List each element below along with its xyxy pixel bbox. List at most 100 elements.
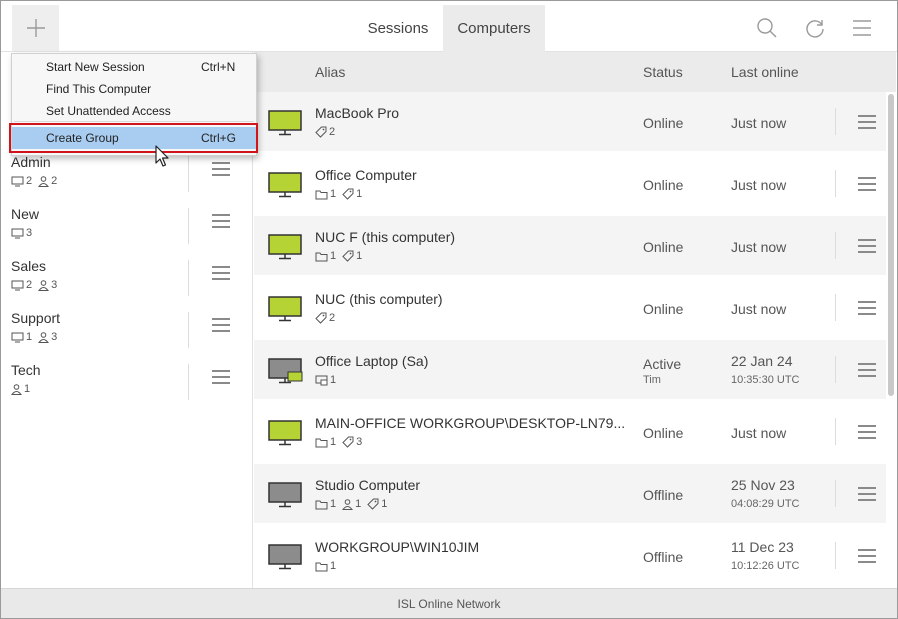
group-count: 1 (330, 250, 337, 262)
computer-last-online: Just now (731, 301, 787, 317)
group-name: Sales (11, 258, 47, 274)
add-button[interactable] (12, 5, 59, 51)
computer-last-online: Just now (731, 425, 787, 441)
divider (835, 480, 836, 507)
computer-alias: MAIN-OFFICE WORKGROUP\DESKTOP-LN79... (315, 415, 626, 431)
menu-icon[interactable] (851, 17, 873, 39)
user-icon (11, 383, 22, 395)
computer-alias: NUC F (this computer) (315, 229, 456, 245)
row-menu-icon[interactable] (858, 425, 876, 439)
computer-meta: 1 (315, 374, 340, 386)
computer-online-icon (268, 296, 302, 322)
computer-alias: Office Computer (315, 167, 417, 183)
tag-icon (367, 498, 379, 510)
computer-icon (11, 280, 24, 290)
folder-icon (315, 562, 328, 571)
user-icon (38, 279, 50, 291)
group-menu-icon[interactable] (212, 370, 230, 384)
session-icon (315, 375, 328, 385)
computer-status: Active (643, 356, 682, 372)
divider (835, 170, 836, 197)
column-alias[interactable]: Alias (315, 64, 345, 80)
computer-status-user: Tim (643, 374, 661, 386)
computer-row[interactable]: Studio Computer 1 1 1 Offline 25 Nov 23 … (254, 464, 886, 523)
tag-icon (342, 436, 354, 448)
group-meta: 2 3 (11, 279, 61, 291)
group-item-tech[interactable]: Tech 1 (1, 356, 253, 408)
computer-row[interactable]: MacBook Pro 2 Online Just now (254, 92, 886, 151)
group-menu-icon[interactable] (212, 318, 230, 332)
computer-status: Offline (643, 549, 684, 565)
tab-computers[interactable]: Computers (443, 5, 545, 52)
group-count: 1 (330, 560, 337, 572)
tag-count: 2 (329, 312, 336, 324)
tag-count: 1 (356, 250, 363, 262)
search-icon[interactable] (756, 17, 778, 39)
plus-icon (26, 19, 45, 37)
computer-last-time: 04:08:29 UTC (731, 498, 800, 510)
folder-icon (315, 438, 328, 447)
computer-last-online: 22 Jan 24 (731, 353, 793, 369)
row-menu-icon[interactable] (858, 115, 876, 129)
computer-meta: 1 (315, 560, 340, 572)
menu-item-find-this-computer[interactable]: Find This Computer (12, 78, 256, 100)
group-menu-icon[interactable] (212, 214, 230, 228)
group-name: Admin (11, 154, 51, 170)
computer-online-icon (268, 420, 302, 446)
computer-row[interactable]: MAIN-OFFICE WORKGROUP\DESKTOP-LN79... 1 … (254, 402, 886, 461)
computer-offline-icon (268, 544, 302, 570)
computer-alias: WORKGROUP\WIN10JIM (315, 539, 480, 555)
computer-status: Online (643, 301, 684, 317)
tag-count: 1 (381, 498, 388, 510)
computer-online-icon (268, 172, 302, 198)
computer-online-icon (268, 110, 302, 136)
divider (835, 108, 836, 135)
folder-icon (315, 252, 328, 261)
group-item-new[interactable]: New 3 (1, 200, 253, 252)
row-menu-icon[interactable] (858, 363, 876, 377)
row-menu-icon[interactable] (858, 177, 876, 191)
session-count: 1 (330, 374, 337, 386)
computer-row[interactable]: Office Computer 1 1 Online Just now (254, 154, 886, 213)
computer-row[interactable]: Office Laptop (Sa) 1 Active Tim 22 Jan 2… (254, 340, 886, 399)
refresh-icon[interactable] (804, 17, 826, 39)
computer-status: Online (643, 239, 684, 255)
group-item-sales[interactable]: Sales 2 3 (1, 252, 253, 304)
group-item-support[interactable]: Support 1 3 (1, 304, 253, 356)
user-icon (38, 175, 50, 187)
column-status[interactable]: Status (643, 64, 683, 80)
user-count: 2 (51, 175, 58, 187)
user-count: 3 (51, 279, 58, 291)
row-menu-icon[interactable] (858, 239, 876, 253)
computer-icon (11, 176, 24, 186)
menu-item-shortcut: Ctrl+N (201, 60, 236, 74)
group-menu-icon[interactable] (212, 266, 230, 280)
divider (835, 232, 836, 259)
row-menu-icon[interactable] (858, 487, 876, 501)
menu-item-set-unattended-access[interactable]: Set Unattended Access (12, 100, 256, 122)
tab-sessions[interactable]: Sessions (353, 5, 443, 52)
computer-status: Online (643, 425, 684, 441)
computer-meta: 2 (315, 312, 339, 324)
computer-row[interactable]: WORKGROUP\WIN10JIM 1 Offline 11 Dec 23 1… (254, 526, 886, 585)
divider (188, 156, 189, 192)
row-menu-icon[interactable] (858, 301, 876, 315)
menu-item-start-new-session[interactable]: Start New Session Ctrl+N (12, 56, 256, 78)
group-count: 1 (330, 498, 337, 510)
group-count: 1 (330, 436, 337, 448)
list-scrollbar[interactable] (888, 94, 894, 396)
column-last-online[interactable]: Last online (731, 64, 799, 80)
user-count: 3 (51, 331, 58, 343)
computer-meta: 1 1 1 (315, 498, 391, 510)
computer-row[interactable]: NUC (this computer) 2 Online Just now (254, 278, 886, 337)
group-menu-icon[interactable] (212, 162, 230, 176)
group-meta: 1 3 (11, 331, 61, 343)
computer-alias: Office Laptop (Sa) (315, 353, 429, 369)
group-name: New (11, 206, 40, 222)
computer-last-online: 25 Nov 23 (731, 477, 795, 493)
computer-row[interactable]: NUC F (this computer) 1 1 Online Just no… (254, 216, 886, 275)
computer-active-session-icon (268, 358, 303, 384)
computer-meta: 1 1 (315, 250, 366, 262)
row-menu-icon[interactable] (858, 549, 876, 563)
group-meta: 3 (11, 227, 36, 239)
